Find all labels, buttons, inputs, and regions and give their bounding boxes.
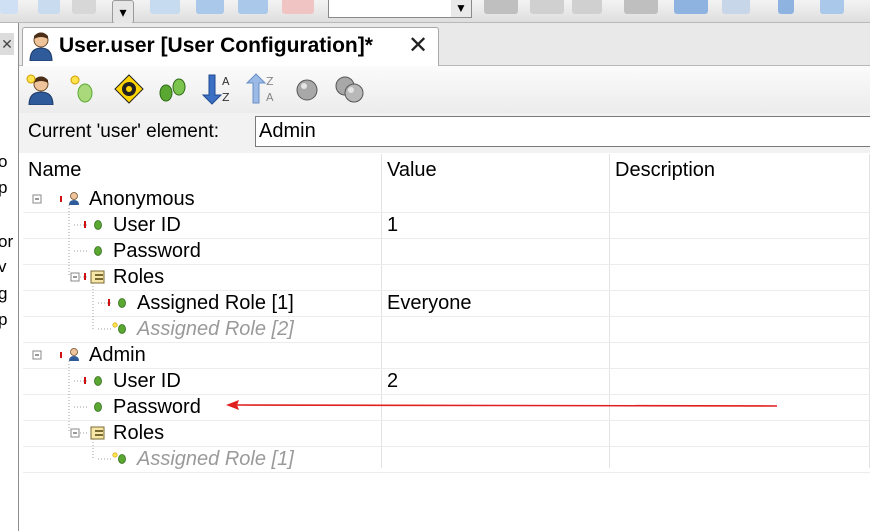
panel-fragment: o — [0, 153, 7, 171]
close-icon[interactable]: ✕ — [408, 31, 428, 60]
toolbar-item-8-icon[interactable] — [530, 0, 564, 14]
current-element-bar: Current 'user' element: — [19, 113, 870, 153]
collapse-toggle-icon[interactable] — [70, 272, 80, 282]
panel-fragment: or — [0, 232, 14, 251]
tab-user-configuration[interactable]: User.user [User Configuration]* ✕ — [22, 27, 439, 66]
user-node-icon — [69, 192, 79, 205]
required-marker — [84, 377, 86, 384]
toolbar-item-11-icon[interactable] — [778, 0, 794, 14]
toolbar-item-10-icon[interactable] — [624, 0, 658, 14]
toolbar-delete-icon[interactable] — [282, 0, 314, 14]
sort-descending-icon[interactable]: Z A — [245, 73, 277, 105]
toolbar-item-9-icon[interactable] — [572, 0, 602, 14]
collapse-toggle-icon[interactable] — [32, 350, 42, 360]
combo-chevron-down-icon[interactable]: ▼ — [451, 0, 471, 17]
required-marker — [84, 273, 86, 280]
panel-fragment: p — [0, 179, 7, 197]
gray-ball-icon[interactable] — [291, 73, 323, 105]
new-element-icon — [112, 452, 126, 464]
toolbar-sort-up-icon[interactable] — [722, 0, 750, 14]
svg-text:A: A — [222, 75, 230, 88]
tab-title: User.user [User Configuration]* — [59, 34, 373, 57]
element-node-icon — [94, 376, 102, 386]
toolbar-item-4-icon[interactable] — [150, 0, 180, 14]
toolbar-item-1-icon[interactable] — [0, 0, 18, 14]
element-node-icon — [94, 402, 102, 412]
toolbar-item-3-icon[interactable] — [72, 0, 96, 14]
sort-ascending-icon[interactable]: A Z — [201, 73, 233, 105]
required-marker — [84, 221, 86, 228]
svg-text:Z: Z — [222, 91, 230, 104]
folder-node-icon — [90, 426, 105, 440]
toolbar-arrow-down-icon[interactable] — [820, 0, 844, 14]
svg-text:Z: Z — [266, 75, 274, 88]
gray-balls-icon[interactable] — [333, 73, 365, 105]
property-tree-grid: Name Value Description Anonymous User ID 1… — [23, 154, 870, 531]
expand-icon[interactable] — [157, 73, 189, 105]
add-element-icon[interactable] — [67, 73, 99, 105]
toolbar-sort-down-icon[interactable] — [674, 0, 708, 14]
left-side-panel: ✕ o p or v g p — [0, 23, 19, 531]
toolbar-item-6-icon[interactable] — [238, 0, 268, 14]
current-element-field[interactable] — [255, 116, 870, 147]
required-marker — [108, 299, 110, 306]
add-user-icon[interactable] — [25, 73, 57, 106]
user-icon — [28, 31, 54, 66]
toolbar-dropdown-icon[interactable]: ▾ — [112, 0, 134, 24]
collapse-toggle-icon[interactable] — [70, 428, 80, 438]
folder-node-icon — [90, 270, 105, 284]
editor-toolbar: A Z Z A — [19, 66, 870, 114]
panel-fragment: v — [0, 258, 7, 276]
toolbar-combo-box[interactable]: ▼ — [328, 0, 472, 18]
element-node-icon — [94, 220, 102, 230]
toolbar-item-2-icon[interactable] — [38, 0, 60, 14]
element-node-icon — [118, 298, 126, 308]
left-panel-close-icon[interactable]: ✕ — [0, 33, 14, 55]
application-toolbar: ▾ ▼ — [0, 0, 870, 24]
current-element-label: Current 'user' element: — [28, 121, 220, 142]
panel-fragment: g — [0, 285, 7, 303]
target-icon[interactable] — [113, 73, 145, 105]
required-marker — [60, 352, 62, 358]
document-tab-bar: User.user [User Configuration]* ✕ — [19, 23, 870, 66]
collapse-toggle-icon[interactable] — [32, 194, 42, 204]
new-element-icon — [112, 322, 126, 334]
panel-fragment: p — [0, 311, 7, 329]
toolbar-item-7-icon[interactable] — [484, 0, 518, 14]
tree-connector-lines — [32, 192, 778, 464]
element-node-icon — [94, 246, 102, 256]
required-marker — [60, 196, 62, 202]
toolbar-item-5-icon[interactable] — [196, 0, 224, 14]
svg-text:A: A — [266, 91, 274, 104]
annotation-arrow — [226, 400, 778, 410]
user-node-icon — [69, 348, 79, 361]
